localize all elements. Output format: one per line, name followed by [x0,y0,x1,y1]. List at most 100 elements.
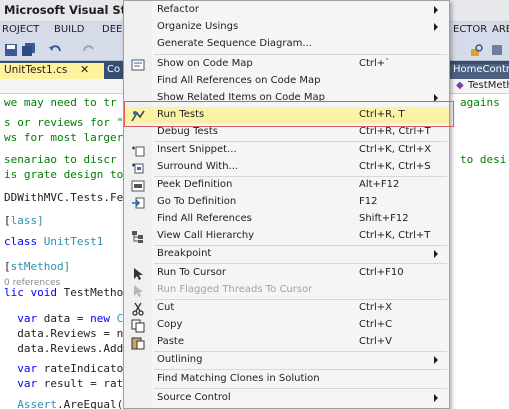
submenu-arrow-icon [434,250,438,258]
save-icon[interactable] [4,43,18,57]
tab-unittest1[interactable]: UnitTest1.cs ✕ [0,63,104,79]
menu-item-label: Run To Cursor [157,267,226,278]
menu-item-label: Organize Usings [157,21,239,32]
menu-item-label: Insert Snippet... [157,144,237,155]
redo-icon[interactable] [82,43,96,57]
menu-item-insert-snippet[interactable]: Insert Snippet... Ctrl+K, Ctrl+X [124,142,449,159]
menu-item-cut[interactable]: Cut Ctrl+X [124,300,449,317]
call-hierarchy-icon [132,231,143,243]
menu-debug[interactable]: DEE [102,24,122,35]
method-icon: ◆ [456,80,464,91]
menu-item-go-to-definition[interactable]: Go To Definition F12 [124,194,449,211]
submenu-arrow-icon [434,6,438,14]
run-to-cursor-icon [134,268,143,280]
copy-icon [131,319,145,333]
code-line-15: var result = rate [17,377,130,390]
menu-item-label: Cut [157,302,175,313]
code-line-3: ws for most larger [4,131,124,144]
go-to-definition-icon [132,197,145,209]
tab-next[interactable]: Co [107,64,120,79]
tab-label: UnitTest1.cs [4,64,68,76]
menu-item-label: Show on Code Map [157,58,253,69]
menu-item-shortcut: Ctrl+K, Ctrl+X [359,144,432,155]
code-line-5: is grate design to [4,168,124,181]
menu-item-label: Find All References [157,213,252,224]
editor-context-menu: Refactor Organize Usings Generate Sequen… [123,0,450,409]
menu-item-label: Find All References on Code Map [157,75,321,86]
menu-separator [154,388,447,389]
menu-item-find-all-references[interactable]: Find All References Shift+F12 [124,211,449,228]
code-line-2: s or reviews for " [4,116,124,129]
peek-definition-icon [131,180,145,192]
run-flagged-threads-icon [134,285,143,297]
code-line-7: [lass] [4,214,44,227]
menu-item-find-matching-clones[interactable]: Find Matching Clones in Solution [124,371,449,388]
menu-item-organize-usings[interactable]: Organize Usings [124,19,449,36]
menu-item-label: Refactor [157,4,199,15]
menu-item-source-control[interactable]: Source Control [124,390,449,407]
find-icon[interactable] [470,43,484,57]
code-map-icon [131,59,145,71]
code-line-12: data.Reviews = ne [17,327,130,340]
menu-item-shortcut: Ctrl+K, Ctrl+T [359,230,431,241]
menu-item-shortcut: Ctrl+R, Ctrl+T [359,126,431,137]
menu-item-label: Debug Tests [157,126,218,137]
code-line-4-right: to desi [460,153,507,166]
menu-project[interactable]: ROJECT [2,24,39,35]
save-all-icon[interactable] [22,43,36,57]
menu-build[interactable]: BUILD [54,24,84,35]
menu-item-view-call-hierarchy[interactable]: View Call Hierarchy Ctrl+K, Ctrl+T [124,228,449,245]
menu-item-label: Breakpoint [157,248,212,259]
menu-item-shortcut: F12 [359,196,378,207]
undo-icon[interactable] [48,43,62,57]
menu-item-label: Find Matching Clones in Solution [157,373,320,384]
toolbar-options-icon[interactable] [490,43,504,57]
tab-close-icon[interactable]: ✕ [80,63,89,76]
menu-item-peek-definition[interactable]: Peek Definition Alt+F12 [124,177,449,194]
tab-homecontroller[interactable]: HomeContro [450,64,509,79]
menu-item-shortcut: Ctrl+` [359,58,391,69]
submenu-arrow-icon [434,23,438,31]
menu-item-shortcut: Ctrl+V [359,336,393,347]
menu-item-label: Generate Sequence Diagram... [157,38,312,49]
menu-item-copy[interactable]: Copy Ctrl+C [124,317,449,334]
menu-separator [154,263,447,264]
menu-item-run-flagged-threads-to-cursor: Run Flagged Threads To Cursor [124,282,449,299]
paste-icon [131,337,145,350]
insert-snippet-icon [132,146,145,157]
menu-item-outlining[interactable]: Outlining [124,352,449,369]
menu-item-paste[interactable]: Paste Ctrl+V [124,334,449,351]
code-line-8: class UnitTest1 [4,235,104,248]
menu-item-find-all-references-on-code-map[interactable]: Find All References on Code Map [124,73,449,90]
menu-item-generate-sequence-diagram[interactable]: Generate Sequence Diagram... [124,36,449,53]
menu-item-shortcut: Ctrl+C [359,319,393,330]
menu-item-label: Source Control [157,392,231,403]
run-tests-callout-outline [124,101,454,127]
code-line-10: lic void TestMetho [4,286,124,299]
menu-extra[interactable]: ARE [492,24,509,35]
menu-item-shortcut: Ctrl+F10 [359,267,404,278]
menu-item-label: Copy [157,319,183,330]
menu-item-breakpoint[interactable]: Breakpoint [124,246,449,263]
menu-item-shortcut: Ctrl+X [359,302,393,313]
menu-item-label: Peek Definition [157,179,233,190]
menu-item-label: View Call Hierarchy [157,230,255,241]
menu-item-run-to-cursor[interactable]: Run To Cursor Ctrl+F10 [124,265,449,282]
menu-item-refactor[interactable]: Refactor [124,2,449,19]
menu-item-shortcut: Alt+F12 [359,179,400,190]
menu-item-shortcut: Ctrl+K, Ctrl+S [359,161,431,172]
code-line-11: var data = new Co [17,312,130,325]
code-line-6: DDWithMVC.Tests.Fe [4,191,124,204]
menu-item-show-on-code-map[interactable]: Show on Code Map Ctrl+` [124,56,449,73]
code-line-16: Assert.AreEqual(4 [17,398,130,409]
menu-architecture[interactable]: ECTOR [453,24,487,35]
member-dropdown[interactable]: TestMeth [468,80,509,91]
menu-item-label: Run Flagged Threads To Cursor [157,284,313,295]
code-line-1: we may need to tr [4,96,117,109]
submenu-arrow-icon [434,356,438,364]
menu-separator [154,54,447,55]
code-line-9: [stMethod] [4,260,71,273]
code-line-13: data.Reviews.Add( [17,342,130,355]
menu-item-surround-with[interactable]: Surround With... Ctrl+K, Ctrl+S [124,159,449,176]
code-line-4: senariao to discr [4,153,117,166]
